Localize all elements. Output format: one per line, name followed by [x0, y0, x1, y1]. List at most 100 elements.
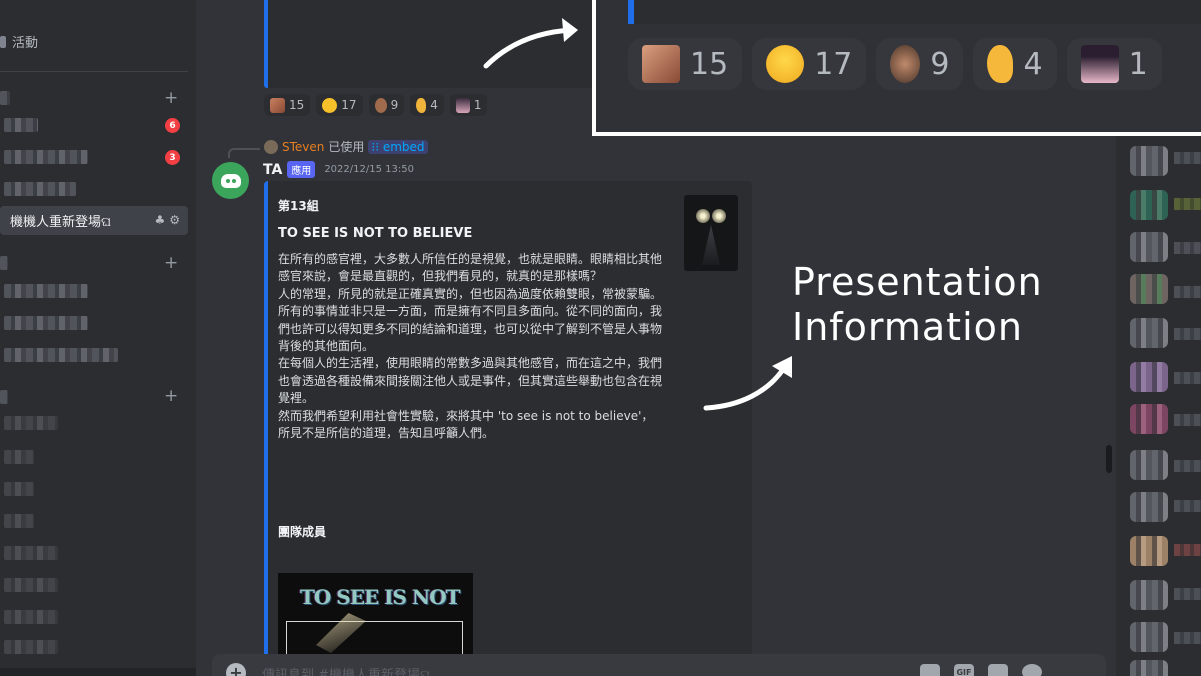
member-name[interactable]	[1174, 588, 1201, 600]
member-name[interactable]	[1174, 286, 1201, 298]
message-input-bar[interactable]: + 傳訊息到 #機機人重新登場ଘ GIF	[212, 654, 1102, 676]
member-name[interactable]	[1174, 460, 1201, 472]
sidebar-item-active-channel[interactable]: 機機人重新登場ଘ ♣ ⚙	[0, 206, 188, 235]
member-avatar[interactable]	[1130, 146, 1168, 176]
zoomed-reaction: 4	[973, 38, 1057, 90]
channel-sidebar: 活動 + 6 3 機機人重新登場ଘ ♣ ⚙ + +	[0, 0, 196, 676]
slash-command-name: embed	[382, 139, 425, 154]
blurred-channel[interactable]	[4, 182, 76, 196]
emoji-picker-icon[interactable]	[1022, 664, 1042, 676]
arrow-to-label-icon	[703, 356, 792, 411]
discord-logo-icon	[220, 173, 241, 188]
sidebar-item-activity[interactable]: 活動	[0, 32, 38, 51]
member-avatar[interactable]	[1130, 536, 1168, 566]
member-name[interactable]	[1174, 500, 1201, 512]
active-channel-name: 機機人重新登場ଘ	[10, 215, 112, 230]
ear-emoji-icon	[987, 45, 1014, 83]
reaction-count: 15	[690, 46, 729, 82]
embed-description: 在所有的感官裡，大多數人所信任的是視覺，也就是眼睛。眼睛相比其他感官來說，會是最…	[278, 252, 663, 441]
member-name[interactable]	[1174, 198, 1201, 210]
blurred-channel[interactable]	[4, 348, 118, 362]
gift-icon[interactable]	[920, 664, 940, 676]
zoomed-reaction: 15	[628, 38, 743, 90]
invite-icon[interactable]: ♣	[154, 213, 165, 227]
member-avatar[interactable]	[1130, 622, 1168, 652]
blurred-channel[interactable]	[4, 450, 34, 464]
member-name[interactable]	[1174, 242, 1201, 254]
add-channel-icon[interactable]: +	[164, 388, 178, 405]
bot-avatar[interactable]	[212, 162, 249, 199]
member-name[interactable]	[1174, 372, 1201, 384]
reaction-button[interactable]: 4	[410, 94, 444, 116]
embed-author: 第13組	[278, 199, 319, 213]
member-avatar[interactable]	[1130, 404, 1168, 434]
blurred-channel[interactable]	[4, 416, 58, 430]
zoomed-reaction: 9	[876, 38, 964, 90]
blurred-channel[interactable]	[4, 284, 88, 298]
gear-icon[interactable]: ⚙	[169, 213, 180, 227]
face-photo-emoji-icon	[270, 97, 285, 113]
man-face-emoji-icon	[890, 45, 921, 83]
slash-command-tag[interactable]: ⁝⁝ embed	[368, 139, 428, 154]
member-name[interactable]	[1174, 544, 1201, 556]
blurred-channel[interactable]	[4, 578, 58, 592]
reaction-button[interactable]: 1	[449, 94, 488, 116]
blurred-channel[interactable]	[4, 150, 88, 164]
sidebar-item-label: 活動	[12, 36, 39, 51]
image-title-text: TO SEE IS NOT	[300, 585, 461, 609]
man-face-emoji-icon	[374, 97, 387, 113]
member-name[interactable]	[1174, 328, 1201, 340]
reply-connector	[228, 148, 260, 158]
blurred-channel[interactable]	[4, 640, 58, 654]
reaction-button[interactable]: 9	[368, 94, 405, 116]
scrollbar-thumb[interactable]	[1106, 445, 1112, 473]
member-avatar[interactable]	[1130, 580, 1168, 610]
reaction-button[interactable]: 15	[264, 94, 311, 116]
blurred-channel[interactable]	[4, 118, 38, 132]
member-name[interactable]	[1174, 632, 1201, 644]
message-input[interactable]: 傳訊息到 #機機人重新登場ଘ	[262, 664, 430, 676]
blurred-category	[0, 91, 10, 105]
embed-title: TO SEE IS NOT TO BELIEVE	[278, 226, 473, 241]
member-avatar[interactable]	[1130, 190, 1168, 220]
blurred-channel[interactable]	[4, 610, 58, 624]
embed-thumbnail[interactable]	[684, 195, 738, 271]
divider	[0, 71, 188, 72]
member-avatar[interactable]	[1130, 450, 1168, 480]
grinning-face-emoji-icon	[322, 97, 338, 113]
message-header: TA 應用 2022/12/15 13:50	[263, 161, 414, 178]
reaction-count: 4	[1023, 46, 1043, 82]
sticker-icon[interactable]	[988, 664, 1008, 676]
previous-embed	[268, 0, 648, 88]
blurred-channel[interactable]	[4, 316, 88, 330]
reaction-count: 1	[1128, 46, 1148, 82]
author-name[interactable]: TA	[263, 162, 282, 178]
blurred-channel[interactable]	[4, 514, 34, 528]
reaction-bar: 15 17 9 4 1	[264, 94, 488, 116]
add-channel-icon[interactable]: +	[164, 90, 178, 107]
add-channel-icon[interactable]: +	[164, 255, 178, 272]
blurred-channel[interactable]	[4, 546, 58, 560]
blurred-channel[interactable]	[4, 482, 34, 496]
command-reply-header[interactable]: STeven 已使用 ⁝⁝ embed	[264, 138, 428, 155]
embed-accent-bar	[264, 0, 268, 88]
gif-icon[interactable]: GIF	[954, 664, 974, 676]
apps-button[interactable]	[1060, 654, 1106, 676]
member-name[interactable]	[1174, 414, 1201, 426]
add-attachment-icon[interactable]: +	[226, 663, 246, 676]
member-avatar[interactable]	[1130, 362, 1168, 392]
member-avatar[interactable]	[1130, 274, 1168, 304]
member-avatar[interactable]	[1130, 318, 1168, 348]
reply-username[interactable]: STeven	[282, 140, 324, 154]
reaction-count: 15	[289, 98, 305, 112]
member-avatar[interactable]	[1130, 492, 1168, 522]
member-avatar[interactable]	[1130, 232, 1168, 262]
blurred-category	[0, 390, 8, 404]
member-name[interactable]	[1174, 152, 1201, 164]
anime-girl-emoji-icon	[455, 97, 470, 113]
silhouette-figure	[702, 225, 720, 265]
reaction-button[interactable]: 17	[316, 94, 363, 116]
reply-avatar	[264, 139, 278, 154]
reaction-count: 1	[473, 98, 482, 112]
member-avatar[interactable]	[1130, 660, 1168, 676]
